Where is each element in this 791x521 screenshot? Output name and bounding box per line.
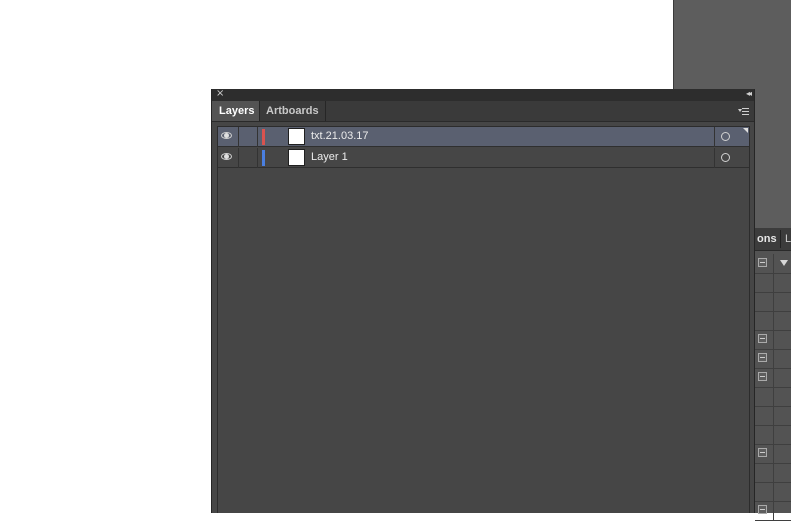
list-item[interactable] [755,501,791,521]
layer-thumbnail [288,149,305,166]
list-item[interactable] [755,482,791,502]
panel-menu-icon[interactable] [738,106,750,116]
list-item[interactable] [755,368,791,388]
background-tab-links[interactable]: L [785,233,791,245]
selected-corner-icon [743,128,748,133]
layer-name[interactable]: txt.21.03.17 [311,127,369,147]
dialog-toggle-icon[interactable] [758,372,767,381]
list-item[interactable] [755,292,791,312]
layer-color-indicator [262,129,265,145]
expand-arrow-icon[interactable] [780,260,788,266]
target-circle-icon[interactable] [721,153,730,162]
layer-color-indicator [262,150,265,166]
list-item[interactable] [755,254,791,274]
layer-thumbnail [288,128,305,145]
list-item[interactable] [755,406,791,426]
list-item[interactable] [755,444,791,464]
list-item[interactable] [755,387,791,407]
collapse-icon[interactable]: ◂◂ [746,88,752,100]
dialog-toggle-icon[interactable] [758,353,767,362]
tab-artboards[interactable]: Artboards [260,101,326,121]
tab-divider [780,230,781,248]
panel-tabbar: Layers Artboards [212,101,754,122]
list-item[interactable] [755,349,791,369]
visibility-eye-icon[interactable] [221,153,233,161]
layers-panel: × ◂◂ Layers Artboards txt.21.03.17 Layer… [211,88,755,513]
tab-layers[interactable]: Layers [212,101,260,121]
background-tab-actions[interactable]: ons [757,233,777,245]
layer-row[interactable]: txt.21.03.17 [218,127,749,147]
layer-name[interactable]: Layer 1 [311,148,348,168]
target-circle-icon[interactable] [721,132,730,141]
panel-titlebar[interactable]: × ◂◂ [212,88,754,101]
list-item[interactable] [755,425,791,445]
visibility-eye-icon[interactable] [221,132,233,140]
background-panel-grid [755,254,791,521]
background-panel: ons L [754,228,791,521]
dialog-toggle-icon[interactable] [758,448,767,457]
list-item[interactable] [755,330,791,350]
list-item[interactable] [755,273,791,293]
list-item[interactable] [755,463,791,483]
background-panel-tabbar: ons L [755,228,791,251]
dialog-toggle-icon[interactable] [758,334,767,343]
list-item[interactable] [755,311,791,331]
layers-list[interactable]: txt.21.03.17 Layer 1 [217,126,750,513]
close-icon[interactable]: × [216,88,224,100]
dialog-toggle-icon[interactable] [758,258,767,267]
layer-row[interactable]: Layer 1 [218,148,749,168]
